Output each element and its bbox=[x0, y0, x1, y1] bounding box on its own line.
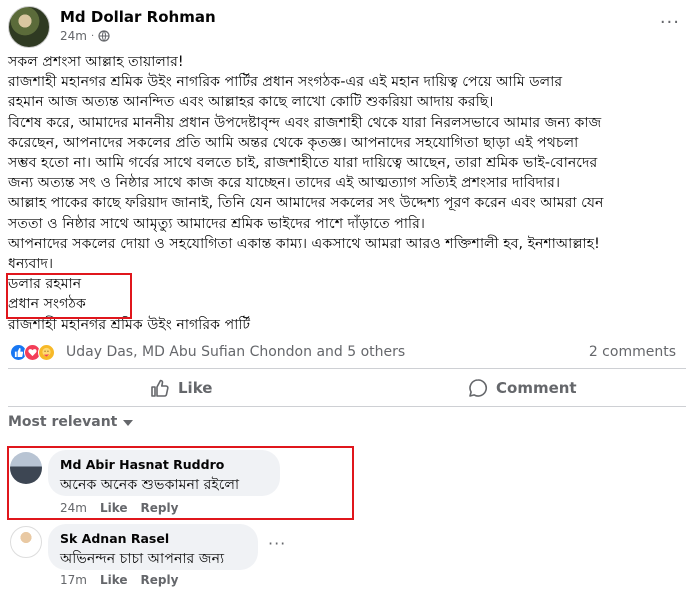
comment-actions: 17m Like Reply bbox=[60, 573, 178, 587]
post-line: রহমান আজ অত্যন্ত আনন্দিত এবং আল্লাহর কাছ… bbox=[8, 94, 494, 111]
comment-bubble: Sk Adnan Rasel অভিনন্দন চাচা আপনার জন্য bbox=[48, 524, 258, 570]
post-time[interactable]: 24m bbox=[60, 29, 87, 43]
meta-separator: · bbox=[90, 30, 95, 42]
post-line: সকল প্রশংসা আল্লাহ তায়ালার! bbox=[8, 54, 184, 70]
care-icon bbox=[38, 343, 55, 361]
sort-label: Most relevant bbox=[8, 414, 118, 430]
chevron-down-icon bbox=[123, 420, 134, 426]
reactions-bar[interactable]: Uday Das, MD Abu Sufian Chondon and 5 ot… bbox=[10, 342, 686, 362]
thumbs-up-icon bbox=[151, 379, 169, 397]
post-line: সততা ও নিষ্ঠার সাথে আমৃত্যু আমাদের শ্রমি… bbox=[8, 215, 425, 232]
comment-label: Comment bbox=[496, 379, 577, 397]
reaction-names[interactable]: Uday Das, MD Abu Sufian Chondon and 5 ot… bbox=[66, 344, 405, 360]
comment-reply-button[interactable]: Reply bbox=[141, 573, 179, 587]
comment-count[interactable]: 2 comments bbox=[589, 344, 676, 360]
comment-sort-dropdown[interactable]: Most relevant bbox=[8, 414, 134, 430]
divider bbox=[8, 406, 686, 407]
post-header: Md Dollar Rohman 24m · ··· bbox=[8, 6, 688, 48]
post-line: সম্ভব হতো না। আমি গর্বের সাথে বলতে চাই, … bbox=[8, 155, 598, 172]
like-label: Like bbox=[178, 379, 213, 397]
comment-button[interactable]: Comment bbox=[468, 374, 577, 402]
globe-icon bbox=[98, 30, 110, 42]
post-line: করেছেন, আপনাদের সকলের প্রতি আমি অন্তর থে… bbox=[8, 134, 579, 151]
commenter-name[interactable]: Sk Adnan Rasel bbox=[60, 531, 246, 546]
reaction-icons[interactable] bbox=[10, 343, 55, 361]
comment-like-button[interactable]: Like bbox=[100, 573, 128, 587]
post-line: বিশেষ করে, আমাদের মাননীয় প্রধান উপদেষ্ট… bbox=[8, 114, 602, 131]
comment-time[interactable]: 17m bbox=[60, 573, 87, 587]
post-line: ধন্যবাদ। bbox=[8, 256, 54, 273]
more-options-icon[interactable]: ··· bbox=[660, 12, 680, 33]
highlight-box-comment bbox=[7, 446, 354, 520]
comment-text: অভিনন্দন চাচা আপনার জন্য bbox=[60, 551, 225, 567]
comment-icon bbox=[469, 379, 487, 397]
like-button[interactable]: Like bbox=[150, 374, 212, 402]
author-avatar[interactable] bbox=[8, 6, 50, 48]
comment-more-icon[interactable]: ··· bbox=[268, 534, 286, 553]
post-line: জন্য অত্যন্ত সৎ ও নিষ্ঠার সাথে কাজ করে য… bbox=[8, 175, 561, 192]
divider bbox=[8, 368, 686, 369]
comment-item: Sk Adnan Rasel অভিনন্দন চাচা আপনার জন্য … bbox=[10, 524, 330, 590]
commenter-avatar[interactable] bbox=[10, 526, 42, 558]
post-meta: 24m · bbox=[60, 29, 110, 43]
highlight-box-signature bbox=[6, 273, 132, 319]
post-line: আল্লাহ পাকের কাছে ফরিয়াদ জানাই, তিনি যে… bbox=[8, 195, 604, 212]
post-line: রাজশাহী মহানগর শ্রমিক উইং নাগরিক পার্টির… bbox=[8, 74, 563, 91]
post-line: আপনাদের সকলের দোয়া ও সহযোগিতা একান্ত কা… bbox=[8, 235, 600, 252]
author-name[interactable]: Md Dollar Rohman bbox=[60, 8, 216, 26]
